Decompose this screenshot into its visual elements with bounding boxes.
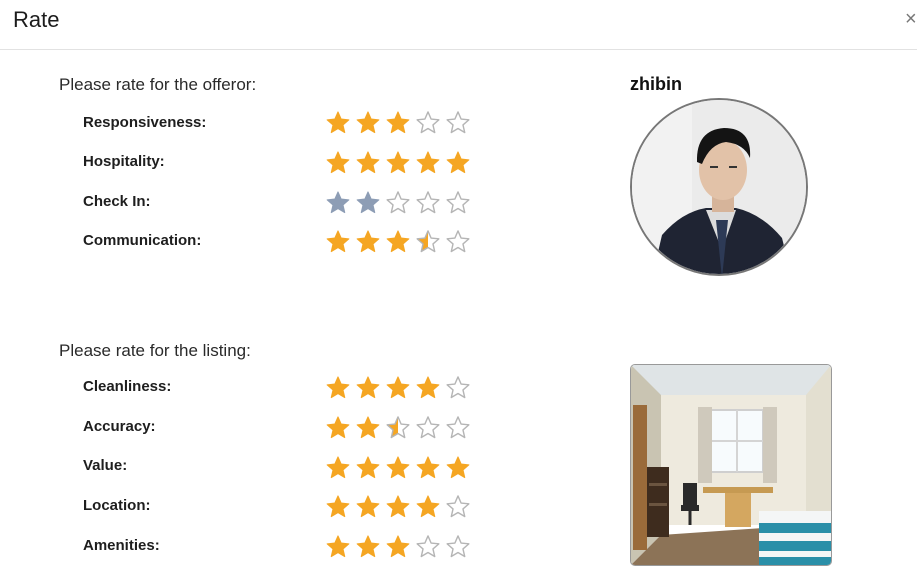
star-icon[interactable] bbox=[415, 415, 441, 441]
star-icon[interactable] bbox=[325, 190, 351, 216]
star-icon[interactable] bbox=[385, 190, 411, 216]
star-icon[interactable] bbox=[445, 150, 471, 176]
rating-label-check-in: Check In: bbox=[83, 193, 151, 210]
avatar bbox=[630, 98, 808, 276]
star-rating-cleanliness[interactable] bbox=[325, 375, 471, 401]
star-icon[interactable] bbox=[325, 110, 351, 136]
star-icon[interactable] bbox=[445, 229, 471, 255]
star-icon[interactable] bbox=[445, 415, 471, 441]
star-icon[interactable] bbox=[325, 375, 351, 401]
star-icon[interactable] bbox=[385, 150, 411, 176]
star-icon[interactable] bbox=[445, 534, 471, 560]
rating-label-accuracy: Accuracy: bbox=[83, 418, 156, 435]
star-icon[interactable] bbox=[325, 229, 351, 255]
rating-label-hospitality: Hospitality: bbox=[83, 153, 165, 170]
rating-label-location: Location: bbox=[83, 497, 151, 514]
star-icon[interactable] bbox=[355, 229, 381, 255]
star-icon[interactable] bbox=[385, 415, 411, 441]
star-icon[interactable] bbox=[325, 150, 351, 176]
star-icon[interactable] bbox=[325, 494, 351, 520]
star-icon[interactable] bbox=[445, 190, 471, 216]
listing-section-heading: Please rate for the listing: bbox=[59, 341, 251, 360]
star-icon[interactable] bbox=[415, 229, 441, 255]
star-icon[interactable] bbox=[355, 455, 381, 481]
offeror-username: zhibin bbox=[630, 74, 682, 94]
rating-label-responsiveness: Responsiveness: bbox=[83, 114, 207, 131]
star-icon[interactable] bbox=[355, 150, 381, 176]
star-icon[interactable] bbox=[415, 110, 441, 136]
rating-label-cleanliness: Cleanliness: bbox=[83, 378, 172, 395]
rating-label-value: Value: bbox=[83, 457, 128, 474]
listing-photo bbox=[630, 364, 832, 566]
star-icon[interactable] bbox=[325, 455, 351, 481]
star-icon[interactable] bbox=[445, 375, 471, 401]
star-rating-responsiveness[interactable] bbox=[325, 110, 471, 136]
star-icon[interactable] bbox=[415, 455, 441, 481]
room-image bbox=[631, 365, 831, 565]
star-icon[interactable] bbox=[385, 375, 411, 401]
star-icon[interactable] bbox=[355, 110, 381, 136]
star-icon[interactable] bbox=[415, 534, 441, 560]
star-icon[interactable] bbox=[355, 375, 381, 401]
star-icon[interactable] bbox=[355, 415, 381, 441]
star-icon[interactable] bbox=[415, 494, 441, 520]
star-rating-amenities[interactable] bbox=[325, 534, 471, 560]
star-icon[interactable] bbox=[325, 534, 351, 560]
star-icon[interactable] bbox=[415, 190, 441, 216]
star-icon[interactable] bbox=[445, 455, 471, 481]
star-icon[interactable] bbox=[385, 110, 411, 136]
star-icon[interactable] bbox=[355, 494, 381, 520]
star-rating-accuracy[interactable] bbox=[325, 415, 471, 441]
star-rating-hospitality[interactable] bbox=[325, 150, 471, 176]
dialog-header: Rate × bbox=[0, 0, 917, 50]
dialog-title: Rate bbox=[13, 7, 60, 32]
close-icon[interactable]: × bbox=[905, 8, 917, 30]
star-icon[interactable] bbox=[355, 190, 381, 216]
offeror-section-heading: Please rate for the offeror: bbox=[59, 75, 257, 94]
star-rating-communication[interactable] bbox=[325, 229, 471, 255]
star-icon[interactable] bbox=[445, 110, 471, 136]
star-icon[interactable] bbox=[385, 229, 411, 255]
star-icon[interactable] bbox=[415, 375, 441, 401]
star-rating-location[interactable] bbox=[325, 494, 471, 520]
star-icon[interactable] bbox=[385, 494, 411, 520]
star-icon[interactable] bbox=[325, 415, 351, 441]
star-rating-check-in[interactable] bbox=[325, 190, 471, 216]
star-icon[interactable] bbox=[385, 534, 411, 560]
star-rating-value[interactable] bbox=[325, 455, 471, 481]
star-icon[interactable] bbox=[415, 150, 441, 176]
star-icon[interactable] bbox=[385, 455, 411, 481]
star-icon[interactable] bbox=[355, 534, 381, 560]
rating-label-amenities: Amenities: bbox=[83, 537, 160, 554]
rating-label-communication: Communication: bbox=[83, 232, 202, 249]
avatar-image bbox=[632, 100, 806, 274]
star-icon[interactable] bbox=[445, 494, 471, 520]
